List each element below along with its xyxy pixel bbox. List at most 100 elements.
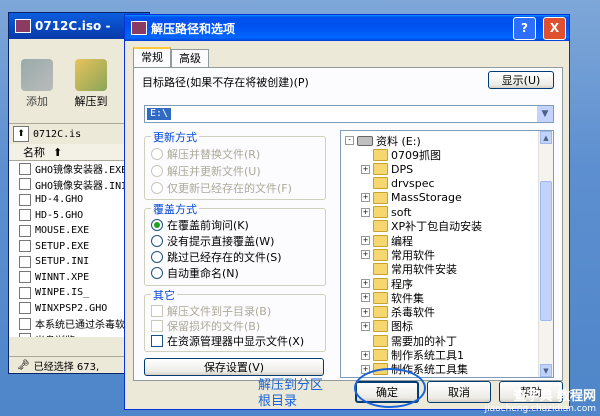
- tree-scrollbar[interactable]: ▲ ▼: [538, 131, 553, 377]
- tree-item[interactable]: + DPS: [361, 162, 413, 177]
- tree-item[interactable]: - 资料 (E:): [345, 133, 421, 148]
- folder-icon: [373, 248, 388, 261]
- overwrite-option-ask[interactable]: 在覆盖前询问(K): [151, 217, 249, 233]
- tree-item[interactable]: + 常用软件: [361, 247, 435, 262]
- radio-icon: [151, 165, 163, 177]
- radio-icon: [151, 251, 163, 263]
- extract-options-dialog[interactable]: 解压路径和选项 ? X 常规 高级 目标路径(如果不存在将被创建)(P) 显示(…: [124, 14, 570, 410]
- tree-item-label: drvspec: [391, 176, 435, 190]
- file-icon: [19, 317, 31, 330]
- expand-icon[interactable]: +: [361, 193, 370, 203]
- expand-icon[interactable]: +: [361, 207, 370, 217]
- overwrite-option-silent[interactable]: 没有提示直接覆盖(W): [151, 233, 274, 249]
- annotation-line-1: 解压到分区: [258, 378, 324, 393]
- misc-option-keep-broken-label: 保留损坏的文件(B): [167, 320, 261, 333]
- tree-item[interactable]: 常用软件安装: [361, 262, 457, 277]
- radio-icon: [151, 148, 163, 160]
- add-button[interactable]: 添加: [13, 59, 61, 119]
- file-name: 本系统已通过杀毒软: [35, 320, 125, 332]
- file-icon: [19, 333, 31, 337]
- tree-item[interactable]: 0709抓图: [361, 147, 441, 162]
- misc-option-show-explorer[interactable]: 在资源管理器中显示文件(X): [151, 333, 304, 349]
- folder-icon: [373, 306, 388, 319]
- folder-icon: [373, 220, 388, 233]
- cancel-button[interactable]: 取消: [427, 381, 491, 403]
- scroll-thumb[interactable]: [540, 181, 552, 321]
- tree-item[interactable]: + MassStorage: [361, 190, 462, 205]
- close-button[interactable]: X: [543, 16, 566, 40]
- radio-checked-icon: [151, 219, 163, 231]
- overwrite-option-rename[interactable]: 自动重命名(N): [151, 265, 239, 281]
- tree-item-label: 0709抓图: [391, 148, 441, 162]
- chevron-down-icon[interactable]: ▼: [537, 106, 553, 122]
- update-option-fresh-label: 仅更新已经存在的文件(F): [167, 182, 292, 195]
- file-icon: [19, 271, 31, 284]
- tree-item[interactable]: + 制作系统工具1: [361, 348, 464, 363]
- collapse-icon[interactable]: -: [345, 136, 354, 145]
- overwrite-option-skip[interactable]: 跳过已经存在的文件(S): [151, 249, 282, 265]
- save-settings-button[interactable]: 保存设置(V): [144, 358, 324, 376]
- folder-tree[interactable]: - 资料 (E:) 0709抓图 + DPS drvspec + MassStorage + so…: [340, 130, 554, 378]
- tree-item[interactable]: 需要加的补丁: [361, 333, 457, 348]
- file-name: SETUP.INI: [35, 256, 90, 268]
- update-option-replace[interactable]: 解压并替换文件(R): [151, 146, 260, 162]
- target-path-combo[interactable]: E:\ ▼: [144, 105, 554, 123]
- tab-general[interactable]: 常规: [133, 47, 171, 69]
- watermark-line-2: jiaocheng.chazidian.com: [484, 404, 596, 414]
- radio-icon: [151, 235, 163, 247]
- watermark: 查字典 教程网 jiaocheng.chazidian.com: [485, 385, 596, 414]
- dialog-titlebar[interactable]: 解压路径和选项 ? X: [125, 15, 569, 41]
- help-title-button[interactable]: ?: [513, 16, 536, 40]
- overwrite-option-ask-label: 在覆盖前询问(K): [167, 219, 249, 232]
- overwrite-option-rename-label: 自动重命名(N): [167, 267, 239, 280]
- misc-option-show-explorer-label: 在资源管理器中显示文件(X): [167, 335, 305, 348]
- status-text: 已经选择 673,: [33, 361, 100, 373]
- tab-advanced[interactable]: 高级: [171, 49, 209, 68]
- expand-icon[interactable]: +: [361, 350, 370, 360]
- expand-icon[interactable]: +: [361, 307, 370, 317]
- show-button[interactable]: 显示(U): [488, 71, 554, 89]
- watermark-line-1: 查字典 教程网: [513, 389, 596, 404]
- misc-option-keep-broken[interactable]: 保留损坏的文件(B): [151, 318, 260, 334]
- expand-icon[interactable]: +: [361, 250, 370, 260]
- tree-item[interactable]: drvspec: [361, 176, 435, 191]
- expand-icon[interactable]: +: [361, 321, 370, 331]
- checkbox-icon: [151, 305, 163, 317]
- file-icon: [19, 209, 31, 222]
- checkbox-icon: [151, 335, 163, 347]
- update-option-update[interactable]: 解压并更新文件(U): [151, 163, 261, 179]
- misc-option-subfolder-label: 解压文件到子目录(B): [167, 305, 272, 318]
- tree-item[interactable]: + 杀毒软件: [361, 305, 435, 320]
- file-icon: [19, 255, 31, 268]
- expand-icon[interactable]: +: [361, 293, 370, 303]
- tree-item[interactable]: + soft: [361, 205, 411, 220]
- misc-option-subfolder[interactable]: 解压文件到子目录(B): [151, 303, 271, 319]
- expand-icon[interactable]: +: [361, 279, 370, 288]
- annotation-line-2: 根目录: [258, 394, 298, 409]
- folder-icon: [373, 177, 388, 190]
- tutorial-annotation: 解压到分区 根目录: [258, 378, 323, 410]
- update-option-fresh[interactable]: 仅更新已经存在的文件(F): [151, 180, 292, 196]
- expand-icon[interactable]: +: [361, 164, 370, 174]
- file-icon: [19, 193, 31, 206]
- extract-to-button[interactable]: 解压到: [67, 59, 115, 119]
- file-name: HD-5.GHO: [35, 209, 84, 221]
- file-icon: [19, 224, 31, 237]
- expand-icon[interactable]: +: [361, 236, 370, 246]
- file-name: 光盘浏览.TEM: [35, 332, 99, 337]
- tree-item[interactable]: + 编程: [361, 233, 413, 248]
- add-icon: [21, 59, 53, 91]
- tree-item[interactable]: + 软件集: [361, 290, 424, 305]
- tree-item[interactable]: + 图标: [361, 319, 413, 334]
- update-option-update-label: 解压并更新文件(U): [167, 165, 261, 178]
- folder-icon: [373, 234, 388, 247]
- drive-icon: [357, 135, 373, 146]
- scroll-down-icon[interactable]: ▼: [540, 364, 552, 377]
- scroll-up-icon[interactable]: ▲: [540, 131, 552, 144]
- tree-item[interactable]: XP补丁包自动安装: [361, 219, 482, 234]
- tree-item[interactable]: + 程序: [361, 276, 413, 291]
- tree-item-label: DPS: [391, 162, 414, 176]
- overwrite-option-skip-label: 跳过已经存在的文件(S): [167, 251, 282, 264]
- up-folder-icon[interactable]: ⬆: [13, 126, 29, 142]
- dialog-app-icon: [131, 21, 147, 35]
